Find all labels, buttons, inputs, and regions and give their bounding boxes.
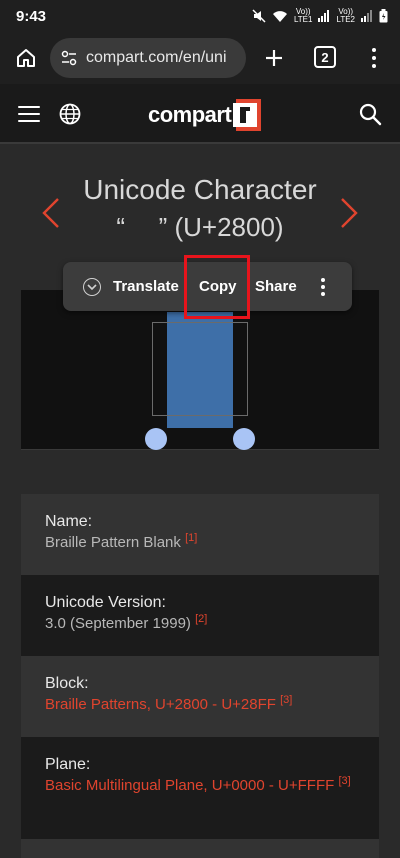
hamburger-icon[interactable] <box>18 106 40 122</box>
block-link: Braille Patterns, U+2800 - U+28FF [3] <box>45 694 293 714</box>
signal1-icon <box>318 10 330 22</box>
translate-icon <box>83 277 101 296</box>
tabs-button[interactable]: 2 <box>314 46 336 68</box>
info-row-name: Name: Braille Pattern Blank [1] <box>21 494 379 575</box>
info-row-version: Unicode Version: 3.0 (September 1999) [2… <box>21 575 379 656</box>
info-value: 3.0 (September 1999) [2] <box>45 613 208 633</box>
plane-link: Basic Multilingual Plane, U+0000 - U+FFF… <box>45 775 351 795</box>
glyph-bounding-box <box>152 322 248 416</box>
browser-toolbar: compart.com/en/uni 2 <box>0 32 400 84</box>
chevron-right-icon[interactable] <box>338 196 360 230</box>
battery-icon <box>379 9 388 23</box>
site-header: compart <box>0 84 400 144</box>
selection-handle-left[interactable] <box>145 428 167 450</box>
site-logo[interactable]: compart <box>148 98 262 132</box>
info-label: Plane: <box>45 756 91 773</box>
sim1-indicator: Vo)) LTE1 <box>293 7 313 24</box>
browser-menu-button[interactable] <box>362 42 386 74</box>
more-options-button[interactable] <box>321 262 325 311</box>
character-info-list: Name: Braille Pattern Blank [1] Unicode … <box>21 494 379 858</box>
translate-button[interactable]: Translate <box>83 262 179 311</box>
copy-highlight-box <box>184 255 250 319</box>
share-label: Share <box>255 278 297 295</box>
info-row-plane: Plane: Basic Multilingual Plane, U+0000 … <box>21 737 379 839</box>
home-icon <box>17 49 35 67</box>
url-text: compart.com/en/uni <box>86 49 227 66</box>
logo-mark-icon <box>233 99 262 131</box>
mute-icon <box>252 9 266 23</box>
tab-count: 2 <box>321 49 329 65</box>
reference-link[interactable]: [3] <box>338 775 350 787</box>
reference-link[interactable]: [3] <box>280 694 292 706</box>
wifi-icon <box>272 10 288 23</box>
address-bar[interactable]: compart.com/en/uni <box>50 38 246 78</box>
info-label: Block: <box>45 675 89 692</box>
site-info-icon[interactable] <box>60 49 78 67</box>
sim2-indicator: Vo)) LTE2 <box>336 7 355 24</box>
info-label: Unicode Version: <box>45 594 166 611</box>
search-icon[interactable] <box>358 102 382 126</box>
info-row-block: Block: Braille Patterns, U+2800 - U+28FF… <box>21 656 379 737</box>
translate-label: Translate <box>113 278 179 295</box>
info-row-next <box>21 839 379 858</box>
info-value: Braille Pattern Blank [1] <box>45 532 198 552</box>
share-button[interactable]: Share <box>255 262 297 311</box>
home-button[interactable] <box>8 40 44 76</box>
signal2-icon <box>361 10 373 22</box>
plus-icon <box>266 50 282 66</box>
reference-link[interactable]: [1] <box>185 532 197 544</box>
new-tab-button[interactable] <box>260 40 288 76</box>
character-title: Unicode Character “ ⠀ ” (U+2800) <box>0 146 400 256</box>
status-icons: Vo)) LTE1 Vo)) LTE2 <box>252 8 388 24</box>
status-time: 9:43 <box>16 7 47 25</box>
status-bar: 9:43 Vo)) LTE1 Vo)) LTE2 <box>0 0 400 32</box>
globe-icon[interactable] <box>59 103 81 125</box>
logo-text: compart <box>148 102 232 127</box>
selection-handle-right[interactable] <box>233 428 255 450</box>
reference-link[interactable]: [2] <box>195 613 207 625</box>
info-label: Name: <box>45 513 93 530</box>
